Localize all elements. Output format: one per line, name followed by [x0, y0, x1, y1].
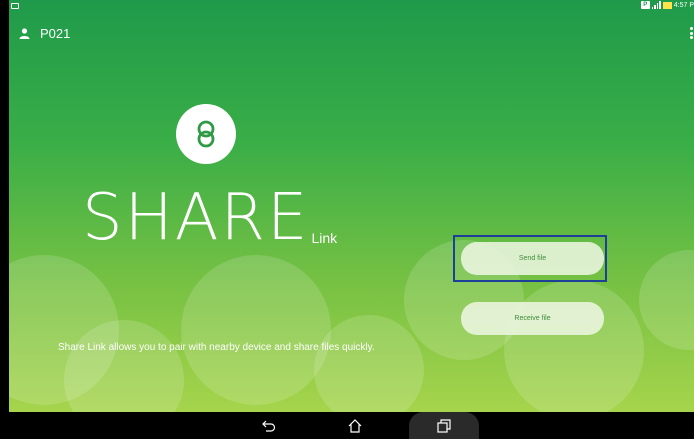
battery-icon: [662, 1, 672, 9]
background-bubble: [504, 280, 644, 412]
back-icon[interactable]: [260, 417, 278, 435]
brand-suffix-text: Link: [311, 230, 338, 246]
background-bubble: [181, 255, 331, 405]
signal-icon: [651, 1, 661, 9]
brand-title: SHARE Link: [82, 186, 337, 250]
overflow-menu-icon[interactable]: [690, 27, 693, 39]
brand-main-text: SHARE: [82, 181, 310, 255]
top-bar: P021: [19, 26, 70, 41]
status-time: 4:57 P: [673, 1, 694, 9]
background-bubble: [314, 315, 424, 412]
background-bubble: [639, 250, 694, 350]
home-icon[interactable]: [346, 417, 364, 435]
send-file-button[interactable]: Send file: [461, 242, 604, 275]
description-text: Share Link allows you to pair with nearb…: [58, 342, 375, 353]
status-bar: P 4:57 P: [9, 0, 694, 14]
notification-badge: P: [640, 1, 650, 9]
receive-file-button[interactable]: Receive file: [461, 302, 604, 335]
device-name[interactable]: P021: [40, 26, 70, 41]
person-icon[interactable]: [19, 28, 30, 39]
recent-apps-icon[interactable]: [435, 417, 453, 435]
sharelink-logo-icon: [176, 104, 236, 164]
app-screen: P 4:57 P P021 SHARE Link Share Link allo…: [9, 0, 694, 412]
screenshot-icon: [11, 3, 19, 9]
status-indicators: P 4:57 P: [640, 1, 694, 9]
navigation-bar: [0, 412, 694, 439]
